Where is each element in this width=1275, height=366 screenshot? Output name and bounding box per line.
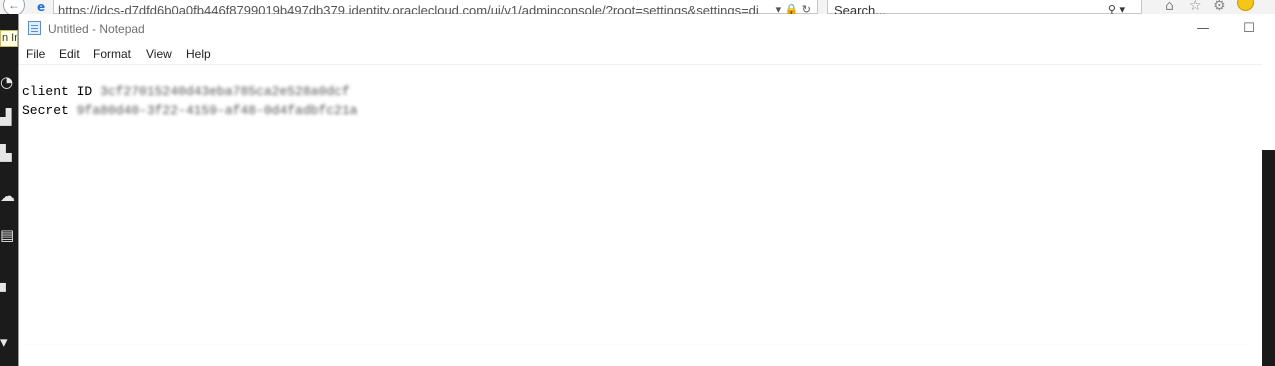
settings-icon[interactable]: ▾ [0,334,14,350]
user-icon[interactable]: ▟ [0,109,14,125]
background-right-dark [1262,150,1275,366]
chart-icon[interactable]: ▖ [0,275,14,291]
settings-gear-icon[interactable]: ⚙ [1213,0,1226,14]
users-icon[interactable]: ▙ [0,145,14,161]
cloud-icon[interactable]: ☁ [0,188,15,204]
title-bar[interactable]: Untitled - Notepad — ☐ [19,14,1262,44]
menu-bar: File Edit Format View Help [19,44,1262,65]
dashboard-icon[interactable]: ◔ [0,74,14,90]
minimize-button[interactable]: — [1180,14,1226,44]
notepad-window: Untitled - Notepad — ☐ File Edit Format … [18,14,1262,366]
back-arrow-icon[interactable]: ← [3,0,25,14]
url-controls[interactable]: ▾ 🔒 ↻ [776,0,811,14]
text-editor[interactable]: client ID 3cf27015240d43eba785ca2e528a0d… [19,65,1262,366]
background-ghost [23,344,1253,365]
search-icon[interactable]: ⚲ ▾ [1108,0,1125,14]
client-id-value: 3cf27015240d43eba785ca2e528a0dcf [100,84,350,99]
browser-toolbar: ← e https://idcs-d7dfd6b0a0fb446f8799019… [0,0,1275,15]
tooltip-fragment: n In [0,30,18,47]
menu-edit[interactable]: Edit [58,44,81,64]
client-id-line: client ID 3cf27015240d43eba785ca2e528a0d… [22,82,350,101]
background-app-sidebar: ◔ ▟ ▙ ☁ ▤ ▖ ▾ [0,14,18,366]
menu-view[interactable]: View [145,44,173,64]
browser-search-input[interactable]: Search... ⚲ ▾ [827,0,1142,14]
address-bar[interactable]: https://idcs-d7dfd6b0a0fb446f8799019b497… [53,0,818,14]
url-text[interactable]: https://idcs-d7dfd6b0a0fb446f8799019b497… [58,0,758,14]
menu-help[interactable]: Help [185,44,212,64]
secret-value: 9fa80d40-3f22-4159-af48-0d4fadbfc21a [76,103,358,118]
favorites-star-icon[interactable]: ☆ [1189,0,1202,14]
internet-explorer-icon: e [37,0,46,14]
notepad-icon [28,21,41,35]
client-id-label: client ID [22,84,101,99]
secret-label: Secret [22,103,77,118]
menu-format[interactable]: Format [92,44,132,64]
home-icon[interactable]: ⌂ [1165,0,1174,14]
feedback-smiley-icon[interactable] [1237,0,1254,11]
secret-line: Secret 9fa80d40-3f22-4159-af48-0d4fadbfc… [22,101,357,120]
report-icon[interactable]: ▤ [0,227,14,243]
window-title: Untitled - Notepad [48,22,145,36]
menu-file[interactable]: File [25,44,46,64]
search-placeholder[interactable]: Search... [834,0,886,14]
maximize-button[interactable]: ☐ [1226,14,1272,44]
